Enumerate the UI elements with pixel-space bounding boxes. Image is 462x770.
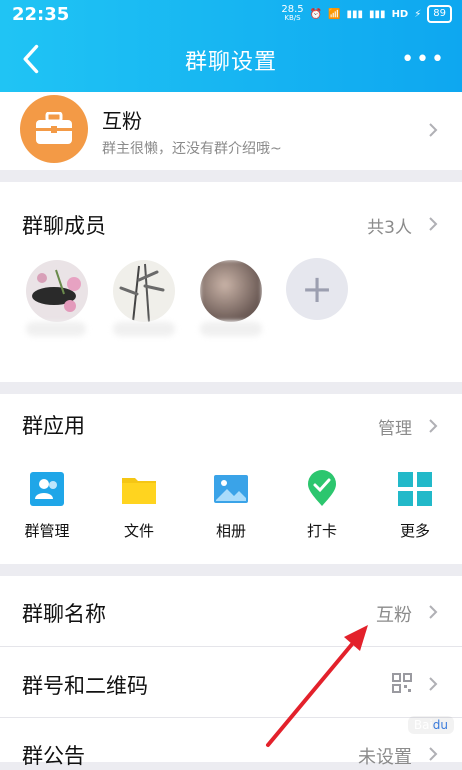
row-group-name-title: 群聊名称 [22, 602, 106, 626]
app-label: 群管理 [24, 522, 70, 540]
add-member-button[interactable]: + [286, 258, 348, 320]
nav-bar: 群聊设置 ••• [0, 28, 462, 92]
chevron-right-icon [429, 747, 438, 761]
signal-icon: ▮▮▮ [346, 8, 364, 20]
annotation-arrow [266, 625, 368, 747]
battery-indicator: 89 [427, 5, 452, 23]
alarm-icon: ⏰ [309, 8, 323, 20]
member-avatar[interactable] [113, 260, 175, 322]
group-manage-icon [30, 472, 64, 506]
chevron-right-icon [429, 217, 438, 231]
chevron-right-icon [429, 605, 438, 619]
qrcode-icon [392, 673, 412, 693]
checkin-location-icon [308, 470, 336, 506]
members-count[interactable]: 共3人 [367, 213, 412, 238]
chevron-right-icon [429, 123, 438, 137]
wifi-icon: 📶 [328, 8, 341, 20]
more-options-icon[interactable]: ••• [401, 49, 446, 71]
status-icons: 28.5 KB/S ⏰ 📶 ▮▮▮ ▮▮▮ HD ⚡ 89 [281, 5, 452, 23]
chevron-right-icon [429, 677, 438, 691]
page-title: 群聊设置 [184, 50, 277, 75]
grid-more-icon [398, 472, 432, 506]
members-title: 群聊成员 [22, 214, 106, 238]
member-name-placeholder [113, 322, 175, 336]
avatar-blurred-image [200, 260, 262, 322]
header: 22:35 28.5 KB/S ⏰ 📶 ▮▮▮ ▮▮▮ HD ⚡ 89 群聊设置… [0, 0, 462, 92]
briefcase-icon [36, 112, 72, 144]
signal-icon-2: ▮▮▮ [369, 8, 386, 20]
chevron-right-icon [429, 419, 438, 433]
status-bar: 22:35 28.5 KB/S ⏰ 📶 ▮▮▮ ▮▮▮ HD ⚡ 89 [0, 0, 462, 28]
member-avatar[interactable] [26, 260, 88, 322]
app-checkin[interactable]: 打卡 [288, 470, 356, 550]
app-label: 相册 [215, 522, 246, 540]
group-name: 互粉 [102, 109, 142, 133]
row-group-notice-title: 群公告 [22, 744, 85, 768]
member-name-placeholder [26, 322, 86, 336]
app-label: 打卡 [306, 522, 337, 540]
photo-album-icon [214, 475, 248, 503]
app-more[interactable]: 更多 [381, 470, 449, 550]
app-files[interactable]: 文件 [105, 470, 173, 550]
apps-manage-link[interactable]: 管理 [378, 414, 412, 439]
app-label: 文件 [123, 522, 154, 540]
row-group-name-value: 互粉 [376, 605, 412, 626]
folder-icon [122, 478, 156, 504]
avatar-bamboo-image [113, 260, 175, 322]
network-speed: 28.5 KB/S [281, 4, 304, 23]
member-name-placeholder [200, 322, 262, 336]
watermark-logo: Baidu [407, 716, 454, 734]
back-arrow-icon[interactable] [18, 42, 46, 76]
avatar-flowers-image [26, 260, 88, 322]
charging-icon: ⚡ [414, 8, 422, 20]
row-group-qrcode-title: 群号和二维码 [22, 674, 148, 698]
group-avatar [20, 95, 88, 163]
status-time: 22:35 [12, 4, 70, 25]
member-avatar[interactable] [200, 260, 262, 322]
app-group-manage[interactable]: 群管理 [13, 470, 81, 550]
app-album[interactable]: 相册 [197, 470, 265, 550]
apps-title: 群应用 [22, 414, 85, 438]
app-label: 更多 [399, 522, 430, 540]
hd-icon: HD [391, 8, 409, 20]
group-description: 群主很懒，还没有群介绍哦~ [102, 141, 282, 157]
